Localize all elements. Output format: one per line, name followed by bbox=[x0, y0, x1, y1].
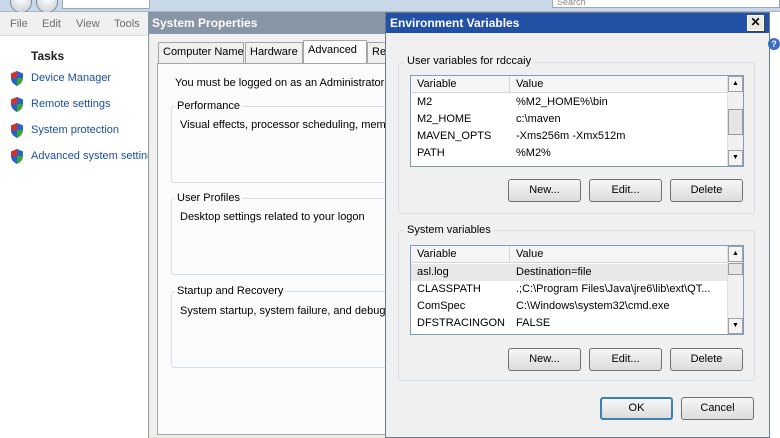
tab-hardware[interactable]: Hardware bbox=[245, 42, 303, 63]
performance-group bbox=[171, 106, 393, 183]
close-icon[interactable]: ✕ bbox=[747, 15, 764, 31]
group-title: User Profiles bbox=[175, 192, 242, 204]
group-description: System startup, system failure, and debu… bbox=[180, 305, 394, 317]
system-variables-list[interactable]: Variable Value asl.log Destination=file … bbox=[410, 245, 744, 335]
system-new-button[interactable]: New... bbox=[508, 348, 581, 371]
variable-name: PATH bbox=[417, 147, 445, 159]
group-description: Desktop settings related to your logon bbox=[180, 211, 365, 223]
scroll-up-icon[interactable]: ▲ bbox=[728, 246, 743, 262]
variable-value: %M2_HOME%\bin bbox=[516, 96, 608, 108]
tasks-heading: Tasks bbox=[31, 49, 65, 63]
admin-message: You must be logged on as an Administrato… bbox=[175, 77, 397, 89]
scroll-up-icon[interactable]: ▲ bbox=[728, 76, 743, 92]
variable-name: M2 bbox=[417, 96, 433, 108]
group-title: Startup and Recovery bbox=[175, 285, 286, 297]
variable-value: FALSE bbox=[516, 317, 551, 329]
uac-shield-icon bbox=[11, 97, 23, 112]
menu-file[interactable]: File bbox=[10, 18, 28, 30]
table-row[interactable]: ComSpec C:\Windows\system32\cmd.exe bbox=[411, 298, 729, 315]
table-row[interactable]: MAVEN_OPTS -Xms256m -Xmx512m bbox=[411, 128, 729, 145]
system-edit-button[interactable]: Edit... bbox=[589, 348, 662, 371]
system-delete-button[interactable]: Delete bbox=[670, 348, 743, 371]
table-row[interactable]: M2 %M2_HOME%\bin bbox=[411, 94, 729, 111]
table-row[interactable]: asl.log Destination=file bbox=[411, 264, 729, 281]
variable-value: .;C:\Program Files\Java\jre6\lib\ext\QT.… bbox=[516, 283, 711, 295]
scroll-down-icon[interactable]: ▼ bbox=[728, 150, 743, 166]
variable-name: ComSpec bbox=[417, 300, 466, 312]
column-header-variable[interactable]: Variable bbox=[411, 246, 510, 263]
search-input[interactable]: Search bbox=[552, 0, 780, 8]
user-variables-title: User variables for rdccaiy bbox=[404, 55, 535, 67]
menu-tools[interactable]: Tools bbox=[114, 18, 140, 30]
uac-shield-icon bbox=[11, 149, 23, 164]
environment-variables-titlebar[interactable]: Environment Variables bbox=[386, 13, 769, 33]
vertical-scrollbar[interactable]: ▲ ▼ bbox=[727, 246, 743, 334]
variable-value: c:\maven bbox=[516, 113, 561, 125]
column-header-value[interactable]: Value bbox=[510, 246, 729, 263]
table-row[interactable]: PATH %M2% bbox=[411, 145, 729, 162]
table-row[interactable]: M2_HOME c:\maven bbox=[411, 111, 729, 128]
group-description: Visual effects, processor scheduling, me… bbox=[180, 119, 396, 131]
list-header: Variable Value bbox=[411, 246, 729, 263]
startup-recovery-group bbox=[171, 291, 393, 368]
variable-name: M2_HOME bbox=[417, 113, 472, 125]
menu-edit[interactable]: Edit bbox=[42, 18, 61, 30]
user-delete-button[interactable]: Delete bbox=[670, 179, 743, 202]
background-window-edge bbox=[770, 12, 780, 438]
task-label[interactable]: Device Manager bbox=[31, 72, 111, 84]
user-new-button[interactable]: New... bbox=[508, 179, 581, 202]
variable-value: C:\Windows\system32\cmd.exe bbox=[516, 300, 670, 312]
variable-value: Destination=file bbox=[516, 266, 592, 278]
user-variables-list[interactable]: Variable Value M2 %M2_HOME%\bin M2_HOME … bbox=[410, 75, 744, 167]
tab-advanced[interactable]: Advanced bbox=[303, 40, 367, 64]
uac-shield-icon bbox=[11, 123, 23, 138]
variable-name: DFSTRACINGON bbox=[417, 317, 505, 329]
help-icon[interactable]: ? bbox=[768, 38, 780, 50]
dialog-title: Environment Variables bbox=[390, 16, 520, 30]
scroll-down-icon[interactable]: ▼ bbox=[728, 318, 743, 334]
column-header-variable[interactable]: Variable bbox=[411, 76, 510, 93]
menu-view[interactable]: View bbox=[76, 18, 100, 30]
user-profiles-group bbox=[171, 198, 393, 275]
system-variables-title: System variables bbox=[404, 224, 494, 236]
address-bar[interactable] bbox=[62, 0, 150, 9]
table-row[interactable]: CLASSPATH .;C:\Program Files\Java\jre6\l… bbox=[411, 281, 729, 298]
variable-name: MAVEN_OPTS bbox=[417, 130, 492, 142]
variable-name: asl.log bbox=[417, 266, 449, 278]
vertical-scrollbar[interactable]: ▲ ▼ bbox=[727, 76, 743, 166]
table-row[interactable]: DFSTRACINGON FALSE bbox=[411, 315, 729, 332]
list-header: Variable Value bbox=[411, 76, 729, 93]
system-properties-titlebar[interactable]: System Properties bbox=[148, 12, 390, 34]
scroll-thumb[interactable] bbox=[728, 263, 743, 275]
ok-button[interactable]: OK bbox=[600, 397, 673, 420]
tab-computer-name[interactable]: Computer Name bbox=[158, 42, 244, 63]
column-header-value[interactable]: Value bbox=[510, 76, 729, 93]
cancel-button[interactable]: Cancel bbox=[681, 397, 754, 420]
task-label[interactable]: Advanced system settings bbox=[31, 150, 159, 162]
variable-value: %M2% bbox=[516, 147, 551, 159]
uac-shield-icon bbox=[11, 71, 23, 86]
variable-value: -Xms256m -Xmx512m bbox=[516, 130, 626, 142]
variable-name: CLASSPATH bbox=[417, 283, 481, 295]
scroll-thumb[interactable] bbox=[728, 109, 743, 135]
task-label[interactable]: Remote settings bbox=[31, 98, 110, 110]
user-edit-button[interactable]: Edit... bbox=[589, 179, 662, 202]
task-label[interactable]: System protection bbox=[31, 124, 119, 136]
menu-bar: File Edit View Tools bbox=[0, 12, 150, 36]
window-title: System Properties bbox=[152, 16, 258, 30]
group-title: Performance bbox=[175, 100, 242, 112]
